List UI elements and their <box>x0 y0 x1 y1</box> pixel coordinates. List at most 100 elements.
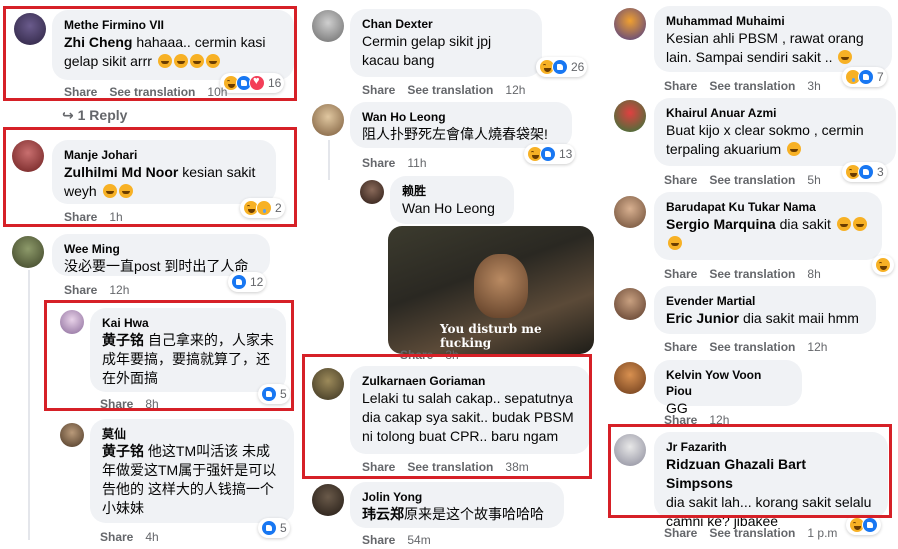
comment-bubble: 莫仙 黄子铭 他这TM叫活该 未成年做爱这TM属于强奸是可以告他的 这样大的人钱… <box>90 419 294 523</box>
share-link[interactable]: Share <box>100 530 133 544</box>
comment-actions: Share See translation 8h <box>664 267 833 281</box>
comment-author[interactable]: Barudapat Ku Tukar Nama <box>666 199 870 215</box>
video-thumbnail[interactable]: You disturb me fucking <box>388 226 594 354</box>
share-link[interactable]: Share <box>664 526 697 540</box>
emoji <box>838 50 853 64</box>
mention[interactable]: Sergio Marquina <box>666 216 776 232</box>
timestamp[interactable]: 4h <box>145 530 158 544</box>
see-translation-link[interactable]: See translation <box>407 83 493 97</box>
timestamp[interactable]: 5h <box>807 173 820 187</box>
video-caption: You disturb me fucking <box>440 322 542 350</box>
timestamp[interactable]: 11h <box>407 156 426 170</box>
reaction-count: 13 <box>559 147 573 161</box>
comment-author[interactable]: Kelvin Yow Voon Piou <box>666 367 790 399</box>
comment-author[interactable]: Evender Martial <box>666 293 864 309</box>
share-link[interactable]: Share <box>664 267 697 281</box>
avatar[interactable] <box>312 484 344 516</box>
column-1: Methe Firmino VII Zhi Cheng hahaaa.. cer… <box>0 0 300 549</box>
highlight-box <box>3 6 297 101</box>
comment-text: dia sakit maii hmm <box>739 310 859 326</box>
share-link[interactable]: Share <box>664 79 697 93</box>
comment-author[interactable]: 莫仙 <box>102 426 282 442</box>
avatar[interactable] <box>614 8 646 40</box>
comment-bubble: Barudapat Ku Tukar Nama Sergio Marquina … <box>654 192 882 260</box>
comment-actions: Share 12h <box>64 283 141 297</box>
see-translation-link[interactable]: See translation <box>709 526 795 540</box>
timestamp[interactable]: 1 p.m <box>807 526 837 540</box>
comment-actions: Share 4h <box>100 530 171 544</box>
reaction-summary[interactable]: 13 <box>524 144 576 164</box>
haha-emoji <box>852 217 867 231</box>
comment-author[interactable]: Chan Dexter <box>362 16 530 32</box>
comment-actions: Share See translation 1 p.m <box>664 526 849 540</box>
comment-author[interactable]: Muhammad Muhaimi <box>666 13 880 29</box>
avatar[interactable] <box>614 196 646 228</box>
reaction-summary[interactable]: 12 <box>228 272 267 292</box>
reaction-summary[interactable]: 7 <box>842 67 887 87</box>
avatar[interactable] <box>614 362 646 394</box>
comment-actions: Share 11h <box>362 156 439 170</box>
like-reaction-icon <box>261 520 277 536</box>
thread-line <box>28 270 30 540</box>
share-link[interactable]: Share <box>362 533 395 547</box>
comment-author[interactable]: 赖胜 <box>402 183 502 199</box>
comment-bubble: 赖胜 Wan Ho Leong <box>390 176 514 224</box>
reaction-count: 3 <box>877 165 884 179</box>
emoji <box>787 142 802 156</box>
avatar[interactable] <box>12 236 44 268</box>
comment-author[interactable]: Wee Ming <box>64 241 258 257</box>
like-reaction-icon <box>540 146 556 162</box>
reaction-summary[interactable]: 5 <box>258 518 290 538</box>
reaction-count: 26 <box>571 60 585 74</box>
timestamp[interactable]: 12h <box>505 83 525 97</box>
comment-text: Cermin gelap sikit jpj kacau bang <box>362 33 492 68</box>
haha-emoji <box>836 217 851 231</box>
comment-bubble: Khairul Anuar Azmi Buat kijo x clear sok… <box>654 98 896 166</box>
comment-text: Kesian ahli PBSM , rawat orang lain. Sam… <box>666 30 864 65</box>
avatar[interactable] <box>614 288 646 320</box>
mention[interactable]: Wan Ho Leong <box>402 199 502 218</box>
highlight-box <box>608 424 892 518</box>
reaction-count: 5 <box>280 521 287 535</box>
view-replies-link[interactable]: ↪ 1 Reply <box>62 107 127 124</box>
timestamp[interactable]: 8h <box>807 267 820 281</box>
comment-text: dia sakit <box>775 216 831 232</box>
comment-author[interactable]: Jolin Yong <box>362 489 552 505</box>
avatar[interactable] <box>312 104 344 136</box>
timestamp[interactable]: 3h <box>807 79 820 93</box>
column-3: Muhammad Muhaimi Kesian ahli PBSM , rawa… <box>600 0 898 549</box>
share-link[interactable]: Share <box>362 156 395 170</box>
comment-actions: Share See translation 12h <box>362 83 537 97</box>
avatar[interactable] <box>60 423 84 447</box>
timestamp[interactable]: 12h <box>807 340 827 354</box>
reaction-summary[interactable] <box>872 255 894 275</box>
mention[interactable]: Eric Junior <box>666 310 739 326</box>
avatar[interactable] <box>312 10 344 42</box>
reaction-summary[interactable]: 26 <box>536 57 588 77</box>
see-translation-link[interactable]: See translation <box>709 173 795 187</box>
share-link[interactable]: Share <box>664 340 697 354</box>
reaction-summary[interactable] <box>846 515 881 535</box>
share-link[interactable]: Share <box>362 83 395 97</box>
timestamp[interactable]: 12h <box>109 283 129 297</box>
see-translation-link[interactable]: See translation <box>709 340 795 354</box>
comment-bubble: Evender Martial Eric Junior dia sakit ma… <box>654 286 876 334</box>
avatar[interactable] <box>614 100 646 132</box>
comment-author[interactable]: Khairul Anuar Azmi <box>666 105 884 121</box>
comments-page: Methe Firmino VII Zhi Cheng hahaaa.. cer… <box>0 0 898 549</box>
comment-author[interactable]: Wan Ho Leong <box>362 109 560 125</box>
comment-actions: Share See translation 5h <box>664 173 833 187</box>
share-link[interactable]: Share <box>664 173 697 187</box>
share-link[interactable]: Share <box>64 283 97 297</box>
mention[interactable]: 黄子铭 <box>102 443 144 459</box>
haha-reaction-icon <box>875 257 891 273</box>
timestamp[interactable]: 54m <box>407 533 430 547</box>
comment-bubble: Jolin Yong 玮云郑原来是这个故事哈哈哈 <box>350 482 564 528</box>
see-translation-link[interactable]: See translation <box>709 267 795 281</box>
comment-actions: Share 54m <box>362 533 443 547</box>
avatar[interactable] <box>360 180 384 204</box>
reaction-summary[interactable]: 3 <box>842 162 887 182</box>
mention[interactable]: 玮云郑 <box>362 506 404 522</box>
see-translation-link[interactable]: See translation <box>709 79 795 93</box>
highlight-box <box>3 127 297 227</box>
